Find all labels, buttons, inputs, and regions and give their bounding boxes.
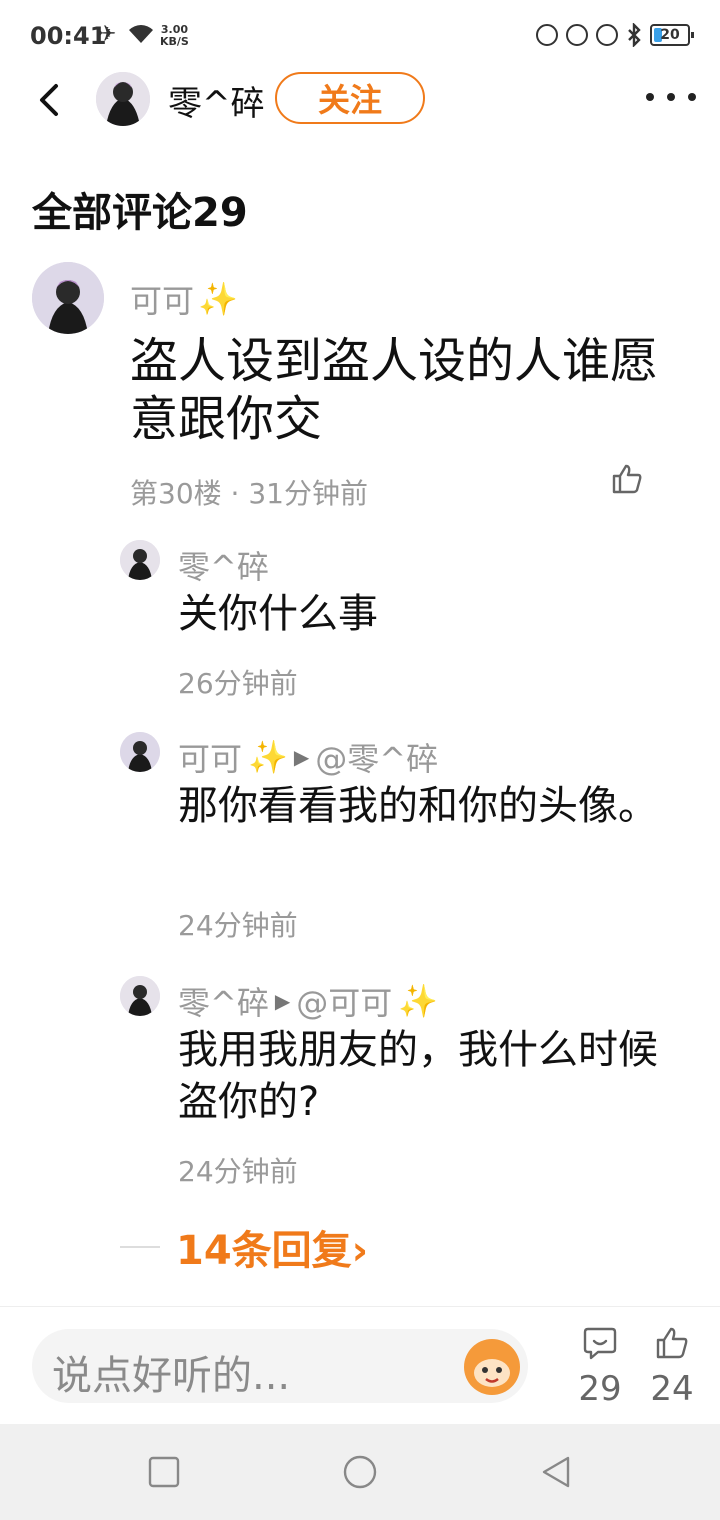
comment-count-button[interactable]: 29: [570, 1325, 630, 1409]
reply-avatar[interactable]: [120, 540, 160, 580]
reply-time: 24分钟前: [178, 909, 298, 942]
comment-meta: 第30楼 · 31分钟前: [130, 477, 368, 510]
wifi-icon: [129, 25, 153, 43]
reply-to-user[interactable]: @可可: [296, 978, 392, 1024]
sparkle-icon: ✨: [198, 280, 238, 318]
reply-header: 可可 ✨ ▶ @零^碎: [178, 734, 438, 780]
author-avatar[interactable]: [96, 72, 150, 126]
like-count: 24: [650, 1369, 694, 1409]
thumbs-up-icon[interactable]: [610, 462, 644, 496]
status-icons: 20: [536, 23, 694, 47]
status-time: 00:41: [30, 22, 107, 50]
alarm-icon: [596, 24, 618, 46]
home-icon[interactable]: [342, 1454, 378, 1490]
reply-text: 我用我朋友的，我什么时候盗你的?: [178, 1027, 658, 1125]
sparkle-icon: ✨: [398, 982, 439, 1020]
airplane-mode-icon: ✈: [98, 22, 117, 47]
comment-bubble-icon: [583, 1327, 617, 1360]
reply-header: 零^碎: [178, 542, 269, 588]
reply-item[interactable]: 零^碎 ▶ @可可 ✨ 我用我朋友的，我什么时候盗你的? 24分钟前: [120, 976, 680, 1188]
reply-arrow-icon: ▶: [274, 989, 291, 1013]
commenter-avatar[interactable]: [32, 262, 104, 334]
view-more-replies-link[interactable]: 14条回复›: [120, 1218, 368, 1276]
lock-rotation-icon: [566, 24, 588, 46]
author-name: 零^碎: [168, 84, 265, 124]
reply-item[interactable]: 可可 ✨ ▶ @零^碎 那你看看我的和你的头像。 24分钟前: [120, 732, 680, 942]
reply-avatar[interactable]: [120, 732, 160, 772]
reply-arrow-icon: ▶: [293, 745, 310, 769]
reply-author: 可可: [178, 740, 243, 778]
reply-item[interactable]: 零^碎 关你什么事 26分钟前: [120, 540, 680, 700]
thumbs-up-icon: [656, 1327, 688, 1359]
back-arrow-icon[interactable]: [30, 80, 70, 120]
input-placeholder: 说点好听的...: [52, 1353, 291, 1399]
network-speed: 3.00 KB/S: [160, 23, 189, 48]
reply-header: 零^碎 ▶ @可可 ✨: [178, 978, 438, 1024]
like-count-button[interactable]: 24: [642, 1325, 702, 1409]
reply-time: 26分钟前: [178, 667, 298, 700]
comment-text[interactable]: 盗人设到盗人设的人谁愿意跟你交: [130, 332, 660, 448]
bluetooth-icon: [628, 23, 641, 47]
commenter-name: 可可 ✨: [130, 280, 238, 320]
reply-text: 那你看看我的和你的头像。: [178, 783, 658, 829]
comment-input-bar: 说点好听的... 29 24: [0, 1306, 720, 1424]
more-options-icon[interactable]: [646, 82, 696, 112]
recent-apps-icon[interactable]: [146, 1454, 182, 1490]
reply-author: 零^碎: [178, 548, 269, 586]
follow-button[interactable]: 关注: [275, 72, 425, 124]
reply-author: 零^碎: [178, 984, 269, 1022]
sparkle-icon: ✨: [248, 738, 288, 776]
divider: [120, 1246, 160, 1248]
app-header: 零^碎 关注: [0, 70, 720, 130]
system-nav-bar: [0, 1424, 720, 1520]
comment-input[interactable]: 说点好听的...: [32, 1329, 528, 1403]
reply-time: 24分钟前: [178, 1155, 298, 1188]
emoji-picker-icon[interactable]: [464, 1339, 520, 1395]
data-saver-icon: [536, 24, 558, 46]
comment-count: 29: [578, 1369, 622, 1409]
battery-indicator: 20: [650, 24, 694, 46]
comments-section-title: 全部评论29: [32, 190, 248, 236]
status-bar: 00:41 ✈ 3.00 KB/S 20: [0, 0, 720, 70]
reply-text: 关你什么事: [178, 591, 378, 637]
back-triangle-icon[interactable]: [538, 1454, 574, 1490]
reply-to-user[interactable]: @零^碎: [315, 734, 438, 780]
reply-avatar[interactable]: [120, 976, 160, 1016]
